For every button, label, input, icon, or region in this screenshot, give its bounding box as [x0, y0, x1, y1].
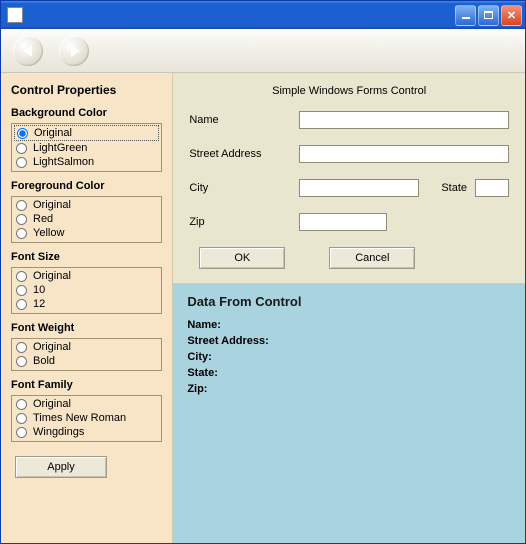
- group-label-fw: Font Weight: [11, 322, 162, 334]
- back-button[interactable]: [13, 36, 43, 66]
- radio-input[interactable]: [16, 200, 27, 211]
- radio-input[interactable]: [16, 399, 27, 410]
- radio-fg-original[interactable]: Original: [14, 198, 159, 212]
- radio-label: Original: [34, 126, 72, 140]
- radio-input[interactable]: [16, 356, 27, 367]
- name-field[interactable]: [299, 111, 509, 129]
- radio-group-fg: OriginalRedYellow: [11, 196, 162, 243]
- radio-label: LightSalmon: [33, 155, 94, 169]
- label-zip: Zip: [189, 216, 299, 228]
- radio-label: LightGreen: [33, 141, 87, 155]
- radio-label: Wingdings: [33, 425, 84, 439]
- radio-input[interactable]: [16, 214, 27, 225]
- radio-label: Original: [33, 397, 71, 411]
- data-row-state: State:: [187, 367, 511, 379]
- radio-fs-12[interactable]: 12: [14, 297, 159, 311]
- label-name: Name: [189, 114, 299, 126]
- titlebar: ✕: [1, 1, 525, 29]
- arrow-left-icon: [23, 45, 32, 57]
- radio-input[interactable]: [16, 427, 27, 438]
- zip-field[interactable]: [299, 213, 387, 231]
- radio-bg-lightsalmon[interactable]: LightSalmon: [14, 155, 159, 169]
- group-label-ff: Font Family: [11, 379, 162, 391]
- radio-fg-yellow[interactable]: Yellow: [14, 226, 159, 240]
- app-window: ✕ Control Properties Background Color Ori…: [0, 0, 526, 544]
- state-field[interactable]: [475, 179, 509, 197]
- city-field[interactable]: [299, 179, 419, 197]
- radio-group-fs: Original1012: [11, 267, 162, 314]
- form-title: Simple Windows Forms Control: [189, 85, 509, 97]
- label-city: City: [189, 182, 299, 194]
- radio-input[interactable]: [16, 157, 27, 168]
- radio-group-bg: OriginalLightGreenLightSalmon: [11, 123, 162, 172]
- radio-input[interactable]: [16, 143, 27, 154]
- data-row-zip: Zip:: [187, 383, 511, 395]
- radio-input[interactable]: [16, 299, 27, 310]
- control-properties-panel: Control Properties Background Color Origi…: [1, 73, 173, 543]
- radio-label: 10: [33, 283, 45, 297]
- forward-button[interactable]: [59, 36, 89, 66]
- radio-ff-wingdings[interactable]: Wingdings: [14, 425, 159, 439]
- data-panel-title: Data From Control: [187, 294, 511, 309]
- cancel-button[interactable]: Cancel: [329, 247, 415, 269]
- radio-bg-original[interactable]: Original: [14, 125, 159, 141]
- radio-bg-lightgreen[interactable]: LightGreen: [14, 141, 159, 155]
- maximize-button[interactable]: [478, 5, 499, 26]
- app-icon: [7, 7, 23, 23]
- street-field[interactable]: [299, 145, 509, 163]
- radio-group-fw: OriginalBold: [11, 338, 162, 371]
- radio-input[interactable]: [16, 413, 27, 424]
- close-button[interactable]: ✕: [501, 5, 522, 26]
- group-label-fg: Foreground Color: [11, 180, 162, 192]
- radio-label: Red: [33, 212, 53, 226]
- data-row-city: City:: [187, 351, 511, 363]
- radio-label: Original: [33, 269, 71, 283]
- radio-input[interactable]: [16, 285, 27, 296]
- data-row-name: Name:: [187, 319, 511, 331]
- apply-button[interactable]: Apply: [15, 456, 107, 478]
- radio-ff-times-new-roman[interactable]: Times New Roman: [14, 411, 159, 425]
- sidebar-title: Control Properties: [11, 83, 162, 97]
- minimize-button[interactable]: [455, 5, 476, 26]
- label-state: State: [441, 182, 467, 194]
- label-street: Street Address: [189, 148, 299, 160]
- radio-label: Times New Roman: [33, 411, 126, 425]
- group-label-fs: Font Size: [11, 251, 162, 263]
- toolbar: [1, 29, 525, 73]
- radio-ff-original[interactable]: Original: [14, 397, 159, 411]
- arrow-right-icon: [71, 45, 80, 57]
- radio-input[interactable]: [16, 342, 27, 353]
- radio-group-ff: OriginalTimes New RomanWingdings: [11, 395, 162, 442]
- radio-input[interactable]: [17, 128, 28, 139]
- radio-fw-bold[interactable]: Bold: [14, 354, 159, 368]
- radio-input[interactable]: [16, 271, 27, 282]
- data-row-street: Street Address:: [187, 335, 511, 347]
- radio-label: Yellow: [33, 226, 64, 240]
- radio-label: 12: [33, 297, 45, 311]
- form-panel: Simple Windows Forms Control Name Street…: [173, 73, 525, 284]
- radio-fg-red[interactable]: Red: [14, 212, 159, 226]
- radio-label: Original: [33, 340, 71, 354]
- data-from-control-panel: Data From Control Name: Street Address: …: [173, 284, 525, 543]
- radio-fs-10[interactable]: 10: [14, 283, 159, 297]
- radio-fs-original[interactable]: Original: [14, 269, 159, 283]
- radio-input[interactable]: [16, 228, 27, 239]
- ok-button[interactable]: OK: [199, 247, 285, 269]
- radio-fw-original[interactable]: Original: [14, 340, 159, 354]
- radio-label: Bold: [33, 354, 55, 368]
- radio-label: Original: [33, 198, 71, 212]
- group-label-bg: Background Color: [11, 107, 162, 119]
